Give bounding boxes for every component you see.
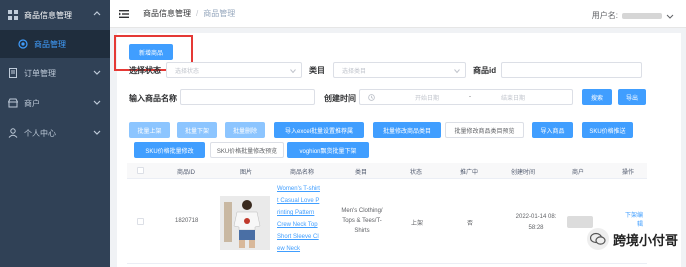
col-header-promoting: 推广中 [460,170,479,176]
sidebar-item-label: 个人中心 [24,128,56,138]
col-header-image: 图片 [240,170,253,176]
wechat-icon [586,228,609,250]
product-name-line[interactable]: Short Sleeve Cl [277,231,329,243]
cell-status: 上架 [411,221,424,227]
import-products-button[interactable]: 导入商品 [532,122,573,138]
select-all-checkbox[interactable] [137,167,144,174]
delist-link[interactable]: 下架 [625,210,637,219]
created-time-line: 58:28 [528,225,544,231]
sku-price-push-button[interactable]: SKU价格推送 [582,122,633,138]
user-menu[interactable]: 用户名: [592,10,674,21]
breadcrumb-item-current: 商品管理 [203,9,236,18]
product-name-line[interactable]: t Casual Love P [277,195,329,207]
product-name-line[interactable]: Crew Neck Top [277,219,329,231]
batch-delist-button[interactable]: 批量下架 [177,122,217,138]
batch-change-category-button[interactable]: 批量修改商品类目 [373,122,441,138]
cell-category: Men's Clothing/ Tops & Tees/T- Shirts [337,206,387,236]
sku-price-batch-edit-preview-button[interactable]: SKU价格批量修改预览 [210,142,284,158]
sidebar-item-label: 商品管理 [34,39,66,49]
date-range-picker[interactable]: 开始日期 - 结束日期 [359,89,573,105]
sidebar-item-merchant[interactable]: 商户 [0,88,110,118]
shop-icon [8,98,18,108]
product-name-input[interactable] [180,89,315,105]
chevron-down-icon [454,69,460,74]
table-row: 1820718 Women's T-shirt t Casual Love P … [127,180,647,264]
cell-product-id: 1820718 [175,218,199,224]
product-name-line[interactable]: rinting Pattern [277,207,329,219]
product-id-label: 商品id [473,66,497,75]
username-redacted [622,12,662,19]
status-select[interactable]: 选择状态 [166,62,302,78]
col-header-created: 创建时间 [511,170,536,176]
col-header-actions: 操作 [622,170,635,176]
top-header: 商品信息管理 / 商品管理 用户名: [110,0,686,28]
category-filter-label: 类目 [309,66,325,75]
chevron-down-icon [93,100,101,105]
cell-promoting: 否 [467,221,474,227]
breadcrumb-item[interactable]: 商品信息管理 [143,8,191,19]
breadcrumb-separator: / [196,9,199,18]
watermark: 跨境小付哥 [586,228,678,250]
created-time-label: 创建时间 [324,94,356,103]
category-line: Tops & Tees/T- [342,218,382,224]
date-range-separator: - [469,94,471,100]
document-icon [9,68,17,78]
category-line: Shirts [354,228,370,234]
chevron-up-icon [93,11,101,16]
sidebar: 商品信息管理 商品管理 订单管理 商户 个人中心 [0,0,110,267]
search-button[interactable]: 搜索 [582,89,612,105]
user-label: 用户名: [591,11,618,20]
category-select[interactable]: 选择类目 [333,62,466,78]
sidebar-item-product-info[interactable]: 商品信息管理 [0,0,110,30]
created-time-line: 2022-01-14 08: [515,214,557,220]
sku-price-batch-edit-button[interactable]: SKU价格批量修改 [134,142,205,158]
category-select-placeholder: 选择类目 [342,68,367,75]
chevron-down-icon [93,130,101,135]
col-header-merchant: 商户 [572,170,585,176]
chevron-down-icon [666,14,674,19]
sidebar-item-label: 订单管理 [24,68,56,78]
sidebar-item-orders[interactable]: 订单管理 [0,58,110,88]
sidebar-item-label: 商户 [24,98,40,108]
col-header-category: 类目 [355,170,368,176]
cell-product-name[interactable]: Women's T-shirt t Casual Love P rinting … [277,183,329,255]
batch-change-category-preview-button[interactable]: 批量修改商品类目预览 [445,122,524,138]
product-id-input[interactable] [501,62,642,78]
status-filter-label: 选择状态 [129,66,161,75]
merchant-redacted [567,216,593,228]
batch-list-button[interactable]: 批量上架 [129,122,170,138]
target-icon [18,39,28,49]
col-header-status: 状态 [410,170,423,176]
product-name-line[interactable]: Women's T-shirt [277,183,329,195]
cell-created-time: 2022-01-14 08: 58:28 [510,212,562,234]
status-select-placeholder: 选择状态 [175,68,200,75]
batch-delete-button[interactable]: 批量删除 [225,122,265,138]
sidebar-item-label: 商品信息管理 [24,10,72,20]
sidebar-item-profile[interactable]: 个人中心 [0,118,110,148]
product-thumbnail[interactable] [220,196,270,250]
watermark-text: 跨境小付哥 [612,232,678,248]
sidebar-item-product-manage[interactable]: 商品管理 [0,30,110,58]
product-name-label: 输入商品名称 [129,94,177,103]
col-header-id: 商品ID [177,170,196,176]
voghion-batch-delist-button[interactable]: voghion飘货批量下架 [287,142,369,158]
col-header-name: 商品名称 [290,170,315,176]
category-line: Men's Clothing/ [341,208,383,214]
end-date-placeholder: 结束日期 [500,95,525,102]
export-button[interactable]: 导出 [618,89,646,105]
row-checkbox[interactable] [137,218,144,225]
start-date-placeholder: 开始日期 [414,95,439,102]
grid-icon [8,10,18,20]
chevron-down-icon [290,69,296,74]
hamburger-icon[interactable] [119,9,129,19]
clock-icon [368,93,375,101]
edit-link[interactable]: 编辑 [637,210,647,228]
import-excel-recommend-button[interactable]: 导入excel批量设置推荐属 [274,122,364,138]
table-header: 商品ID 图片 商品名称 类目 状态 推广中 创建时间 商户 操作 [127,163,647,179]
user-icon [8,128,18,138]
chevron-down-icon [93,70,101,75]
product-name-line[interactable]: ew Neck [277,243,329,255]
